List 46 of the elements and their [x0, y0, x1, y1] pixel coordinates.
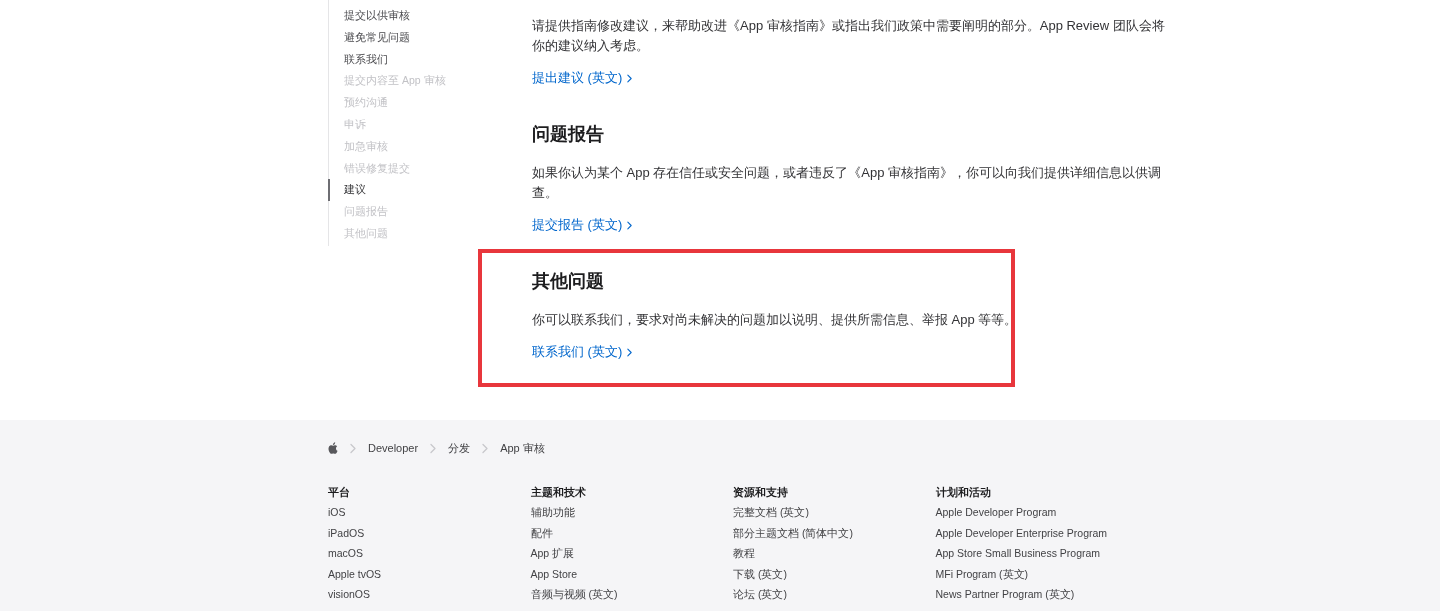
- chevron-icon: [627, 220, 633, 230]
- footer-link[interactable]: MFi Program (英文): [935, 563, 1029, 584]
- section-paragraph: 如果你认为某个 App 存在信任或安全问题，或者违反了《App 审核指南》，你可以向我们提供详细信息以供调查。: [532, 164, 1163, 202]
- footer-link[interactable]: Apple Developer Enterprise Program: [935, 522, 1108, 543]
- footer-link[interactable]: Apple Developer Program: [935, 502, 1057, 523]
- footer-link[interactable]: App Store Small Business Program: [935, 543, 1101, 564]
- footer-heading: 计划和活动: [935, 485, 992, 500]
- section-heading: 问题报告: [532, 123, 605, 146]
- footer-link[interactable]: visionOS: [328, 584, 370, 605]
- footer-link[interactable]: 教程: [733, 543, 755, 564]
- footer-link[interactable]: App 扩展: [530, 543, 575, 564]
- footer-link[interactable]: 下载 (英文): [733, 563, 787, 584]
- sidebar-link[interactable]: 建议: [328, 179, 446, 202]
- section-heading: 其他问题: [532, 270, 605, 293]
- chevron-icon: [482, 442, 489, 454]
- chevron-icon: [627, 73, 633, 83]
- chevron-icon: [430, 442, 437, 454]
- section-link[interactable]: 联系我们 (英文): [532, 342, 633, 362]
- chevron-icon: [627, 347, 633, 357]
- section-link[interactable]: 提交报告 (英文): [532, 215, 633, 235]
- footer-link[interactable]: macOS: [328, 543, 363, 564]
- footer-link[interactable]: iPadOS: [328, 522, 365, 543]
- section-paragraph: 你可以联系我们，要求对尚未解决的问题加以说明、提供所需信息、举报 App 等等。: [532, 311, 1019, 329]
- footer-link[interactable]: 音频与视频 (英文): [530, 584, 618, 605]
- breadcrumb-link[interactable]: Developer: [368, 440, 419, 456]
- footer-link[interactable]: 辅助功能: [530, 502, 575, 523]
- footer-heading: 主题和技术: [530, 485, 587, 500]
- footer-link[interactable]: News Partner Program (英文): [935, 584, 1075, 605]
- footer-link[interactable]: 论坛 (英文): [733, 584, 787, 605]
- footer-link[interactable]: App Store: [530, 563, 578, 584]
- footer-link[interactable]: 部分主题文档 (简体中文): [733, 522, 853, 543]
- section-link[interactable]: 提出建议 (英文): [532, 68, 633, 88]
- apple-icon[interactable]: [328, 442, 338, 454]
- breadcrumb-link[interactable]: 分发: [448, 440, 471, 456]
- sidebar-link[interactable]: 避免常见问题: [328, 26, 446, 49]
- sidebar-link[interactable]: 提交以供审核: [328, 5, 446, 27]
- footer-heading: 平台: [328, 485, 351, 500]
- section-paragraph: 请提供指南修改建议，来帮助改进《App 审核指南》或指出我们政策中需要阐明的部分。App Review 团队会将你的建议纳入考虑。: [532, 17, 1166, 55]
- footer-link[interactable]: Apple tvOS: [328, 563, 382, 584]
- footer-link[interactable]: iOS: [328, 502, 346, 523]
- breadcrumb-current: App 审核: [500, 441, 545, 456]
- footer-heading: 资源和支持: [733, 485, 789, 500]
- footer-link[interactable]: 完整文档 (英文): [733, 502, 809, 523]
- sidebar-link[interactable]: 联系我们: [328, 48, 446, 71]
- footer-link[interactable]: 配件: [530, 522, 553, 543]
- chevron-icon: [350, 442, 356, 454]
